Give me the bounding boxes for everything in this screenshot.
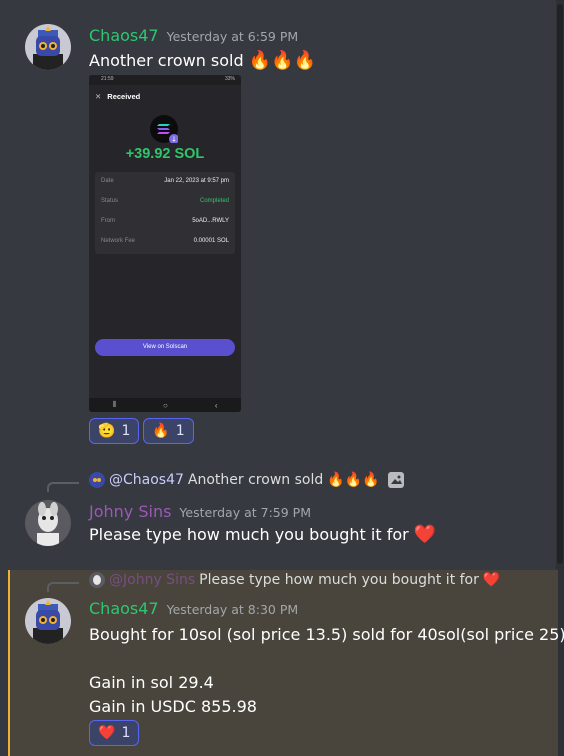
reply-mention[interactable]: @Chaos47: [109, 472, 184, 488]
svg-text:↓: ↓: [171, 136, 177, 144]
detail-label: Date: [101, 178, 114, 184]
message-content: Another crown sold 🔥🔥🔥: [89, 50, 316, 71]
fire-emoji: 🔥🔥🔥: [327, 472, 380, 488]
heart-emoji: ❤️: [482, 572, 501, 588]
detail-value: 5oAD...RWLY: [192, 218, 229, 224]
reaction-count: 1: [175, 423, 185, 439]
message-line: Gain in USDC 855.98: [89, 697, 257, 716]
heart-emoji: ❤️: [413, 524, 437, 545]
reply-connector: [47, 482, 79, 492]
message-content: Bought for 10sol (sol price 13.5) sold f…: [89, 623, 564, 719]
username[interactable]: Johny Sins: [89, 502, 171, 521]
detail-row: Network Fee 0.00001 SOL: [101, 238, 229, 244]
message-johny-sins: @Chaos47 Another crown sold 🔥🔥🔥 Johny Si…: [0, 470, 556, 560]
message-line: Gain in sol 29.4: [89, 673, 214, 692]
solana-logo-icon: ↓: [150, 115, 179, 144]
message-text: Another crown sold: [89, 51, 244, 70]
avatar[interactable]: [25, 24, 71, 70]
message-header: Chaos47 Yesterday at 6:59 PM: [89, 26, 298, 45]
view-on-solscan-button[interactable]: View on Solscan: [95, 339, 235, 356]
reply-connector: [47, 582, 79, 592]
fire-emoji: 🔥🔥🔥: [248, 50, 316, 71]
received-amount: +39.92 SOL: [125, 146, 205, 162]
message-header: Johny Sins Yesterday at 7:59 PM: [89, 502, 311, 521]
reply-preview[interactable]: @Chaos47 Another crown sold 🔥🔥🔥: [89, 472, 404, 488]
reply-mention[interactable]: @Johny Sins: [109, 572, 195, 588]
detail-label: Status: [101, 198, 119, 204]
phone-nav-bar: ⦀ ○ ‹: [89, 398, 241, 412]
reactions: ❤️ 1: [89, 720, 143, 746]
transaction-details: Date Jan 22, 2023 at 9:57 pm Status Comp…: [95, 172, 235, 254]
reaction-count: 1: [121, 725, 131, 741]
avatar[interactable]: [25, 500, 71, 546]
message-chaos47-1: Chaos47 Yesterday at 6:59 PM Another crow…: [0, 20, 556, 450]
reaction-fire[interactable]: 🔥 1: [143, 418, 194, 444]
reaction-count: 1: [121, 423, 131, 439]
home-icon: ○: [163, 400, 168, 410]
message-header: Chaos47 Yesterday at 8:30 PM: [89, 599, 298, 618]
phone-status-bar: 21:59 33%: [89, 75, 241, 85]
heart-emoji-icon: ❤️: [98, 725, 116, 741]
username[interactable]: Chaos47: [89, 599, 159, 618]
fire-emoji-icon: 🔥: [152, 423, 170, 439]
avatar[interactable]: [25, 598, 71, 644]
timestamp: Yesterday at 6:59 PM: [166, 29, 299, 44]
message-content: Please type how much you bought it for ❤…: [89, 524, 436, 545]
detail-label: From: [101, 218, 115, 224]
close-icon[interactable]: ✕: [95, 92, 101, 101]
message-text: Please type how much you bought it for: [89, 525, 409, 544]
detail-label: Network Fee: [101, 238, 136, 244]
salute-emoji-icon: 🫡: [98, 423, 116, 439]
image-icon: [387, 472, 404, 488]
detail-row: Date Jan 22, 2023 at 9:57 pm: [101, 178, 229, 184]
detail-value: 0.00001 SOL: [193, 238, 229, 244]
reply-avatar: [89, 472, 105, 488]
detail-value: Completed: [199, 198, 229, 204]
received-title: Received: [107, 91, 141, 101]
reaction-heart[interactable]: ❤️ 1: [89, 720, 140, 746]
reactions: 🫡 1 🔥 1: [89, 418, 198, 444]
message-chaos47-2: @Johny Sins Please type how much you bou…: [8, 570, 564, 756]
status-time: 21:59: [101, 76, 114, 82]
detail-row: Status Completed: [101, 198, 229, 204]
recent-apps-icon: ⦀: [112, 400, 117, 409]
timestamp: Yesterday at 7:59 PM: [179, 505, 311, 520]
detail-value: Jan 22, 2023 at 9:57 pm: [164, 178, 229, 184]
reply-preview[interactable]: @Johny Sins Please type how much you bou…: [89, 572, 500, 588]
timestamp: Yesterday at 8:30 PM: [166, 602, 299, 617]
reply-avatar: [89, 572, 105, 588]
scrollbar-thumb[interactable]: [557, 4, 563, 564]
back-icon: ‹: [214, 400, 218, 410]
status-battery: 33%: [224, 76, 235, 82]
reaction-salute[interactable]: 🫡 1: [89, 418, 140, 444]
image-attachment[interactable]: 21:59 33% ✕ Received ↓ +39.92 SOL Date J…: [89, 75, 241, 412]
detail-row: From 5oAD...RWLY: [101, 218, 229, 224]
received-header: ✕ Received: [89, 85, 241, 107]
reply-text: Another crown sold: [187, 472, 324, 488]
username[interactable]: Chaos47: [89, 26, 159, 45]
reply-text: Please type how much you bought it for: [199, 572, 479, 588]
message-line: Bought for 10sol (sol price 13.5) sold f…: [89, 625, 564, 644]
